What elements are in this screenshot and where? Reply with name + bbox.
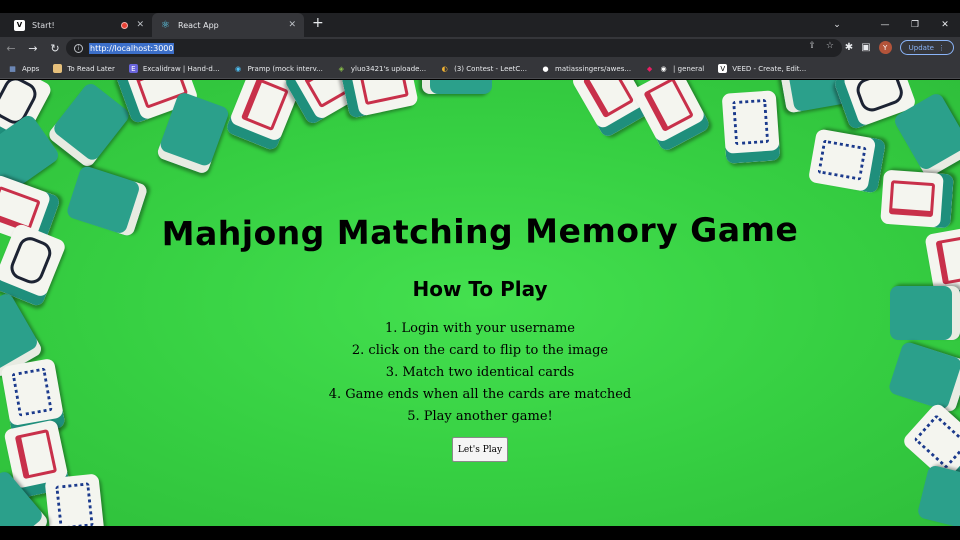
new-tab-button[interactable]: + [312, 15, 324, 31]
veed-favicon-icon: V [14, 19, 25, 31]
github-icon: ◈ [338, 64, 345, 73]
address-bar[interactable]: i http://localhost:3000 ⇪ ☆ [66, 39, 842, 57]
bookmark-label: VEED - Create, Edit... [732, 64, 807, 73]
how-to-play-heading: How To Play [412, 277, 548, 301]
instruction-item: 1. Login with your username [385, 321, 575, 336]
instructions-list: 1. Login with your username 2. click on … [0, 318, 960, 428]
browser-toolbar: ← → ↻ i http://localhost:3000 ⇪ ☆ ✱ ▣ Y … [0, 37, 960, 59]
bookmark-label: Excalidraw | Hand-d... [142, 64, 220, 73]
forward-button[interactable]: → [22, 42, 44, 55]
pramp-icon: ◉ [235, 64, 242, 73]
window-controls: ⌄ — ❐ ✕ [822, 13, 960, 37]
bookmark-excalidraw[interactable]: E Excalidraw | Hand-d... [128, 64, 220, 73]
bookmark-yluo[interactable]: ◈ yluo3421's uploade... [337, 64, 426, 73]
tab-start[interactable]: V Start! ✕ [6, 13, 152, 37]
bookmark-matiassingers[interactable]: ● matiassingers/awes... [541, 64, 631, 73]
excalidraw-icon: E [128, 64, 138, 73]
extensions-icon[interactable]: ✱ [845, 42, 853, 53]
page-title: Mahjong Matching Memory Game [161, 209, 799, 254]
lets-play-button[interactable]: Let's Play [452, 437, 508, 462]
bookmark-label: Apps [22, 64, 40, 73]
github-icon: ● [542, 64, 549, 73]
apps-grid-icon: ▦ [9, 64, 16, 73]
tab-title: React App [178, 20, 219, 30]
side-panel-icon[interactable]: ▣ [861, 42, 870, 53]
home-content: Mahjong Matching Memory Game How To Play… [0, 80, 960, 526]
instruction-item: 5. Play another game! [407, 409, 553, 424]
bookmark-label: yluo3421's uploade... [350, 64, 427, 73]
tab-strip: V Start! ✕ ⚛ React App ✕ + ⌄ — ❐ ✕ [0, 13, 960, 37]
discord-icon: ◆ [646, 64, 653, 73]
bookmark-veed[interactable]: V VEED - Create, Edit... [718, 64, 806, 73]
bookmark-label: Pramp (mock interv... [247, 64, 323, 73]
instruction-item: 3. Match two identical cards [385, 365, 575, 380]
bookmark-label: To Read Later [67, 64, 115, 73]
leetcode-icon: ◐ [441, 64, 448, 73]
minimize-button[interactable]: — [870, 20, 900, 30]
instruction-item: 2. click on the card to flip to the imag… [351, 343, 609, 358]
bookmark-to-read-later[interactable]: To Read Later [53, 64, 115, 73]
close-tab-icon[interactable]: ✕ [136, 20, 144, 30]
avatar[interactable]: Y [878, 41, 892, 54]
tab-react-app[interactable]: ⚛ React App ✕ [152, 13, 304, 37]
reload-button[interactable]: ↻ [44, 42, 66, 55]
restore-button[interactable]: ❐ [900, 20, 930, 30]
react-icon: ⚛ [161, 19, 170, 31]
bookmark-leetcode[interactable]: ◐ (3) Contest - LeetC... [440, 64, 527, 73]
bookmark-discord-general[interactable]: ◆ ◉ | general [645, 64, 704, 73]
page-viewport: Mahjong Matching Memory Game How To Play… [0, 80, 960, 526]
more-menu-icon: ⋮ [938, 43, 945, 52]
site-info-icon[interactable]: i [74, 43, 83, 53]
bookmark-pramp[interactable]: ◉ Pramp (mock interv... [234, 64, 323, 73]
omnibox-actions: ⇪ ☆ [808, 41, 834, 51]
update-label: Update [908, 43, 934, 52]
folder-icon [53, 64, 63, 73]
bookmark-label: (3) Contest - LeetC... [454, 64, 527, 73]
bookmark-apps[interactable]: ▦ Apps [8, 64, 39, 73]
close-tab-icon[interactable]: ✕ [288, 20, 296, 30]
close-window-button[interactable]: ✕ [930, 20, 960, 30]
back-button[interactable]: ← [0, 42, 22, 55]
bookmark-star-icon[interactable]: ☆ [826, 41, 834, 51]
bookmark-label: | general [673, 64, 705, 73]
tab-title: Start! [32, 20, 55, 30]
recording-icon [121, 21, 129, 29]
share-icon[interactable]: ⇪ [808, 41, 816, 51]
bookmark-label: matiassingers/awes... [555, 64, 632, 73]
veed-icon: V [718, 64, 728, 73]
instruction-item: 4. Game ends when all the cards are matc… [328, 387, 632, 402]
toolbar-right: ✱ ▣ Y Update ⋮ [845, 40, 954, 55]
tab-search-chevron-icon[interactable]: ⌄ [822, 20, 852, 30]
update-button[interactable]: Update ⋮ [899, 40, 954, 55]
chat-icon: ◉ [660, 64, 667, 73]
url-text[interactable]: http://localhost:3000 [89, 42, 175, 54]
bookmarks-bar: ▦ Apps To Read Later E Excalidraw | Hand-d… [0, 59, 960, 79]
